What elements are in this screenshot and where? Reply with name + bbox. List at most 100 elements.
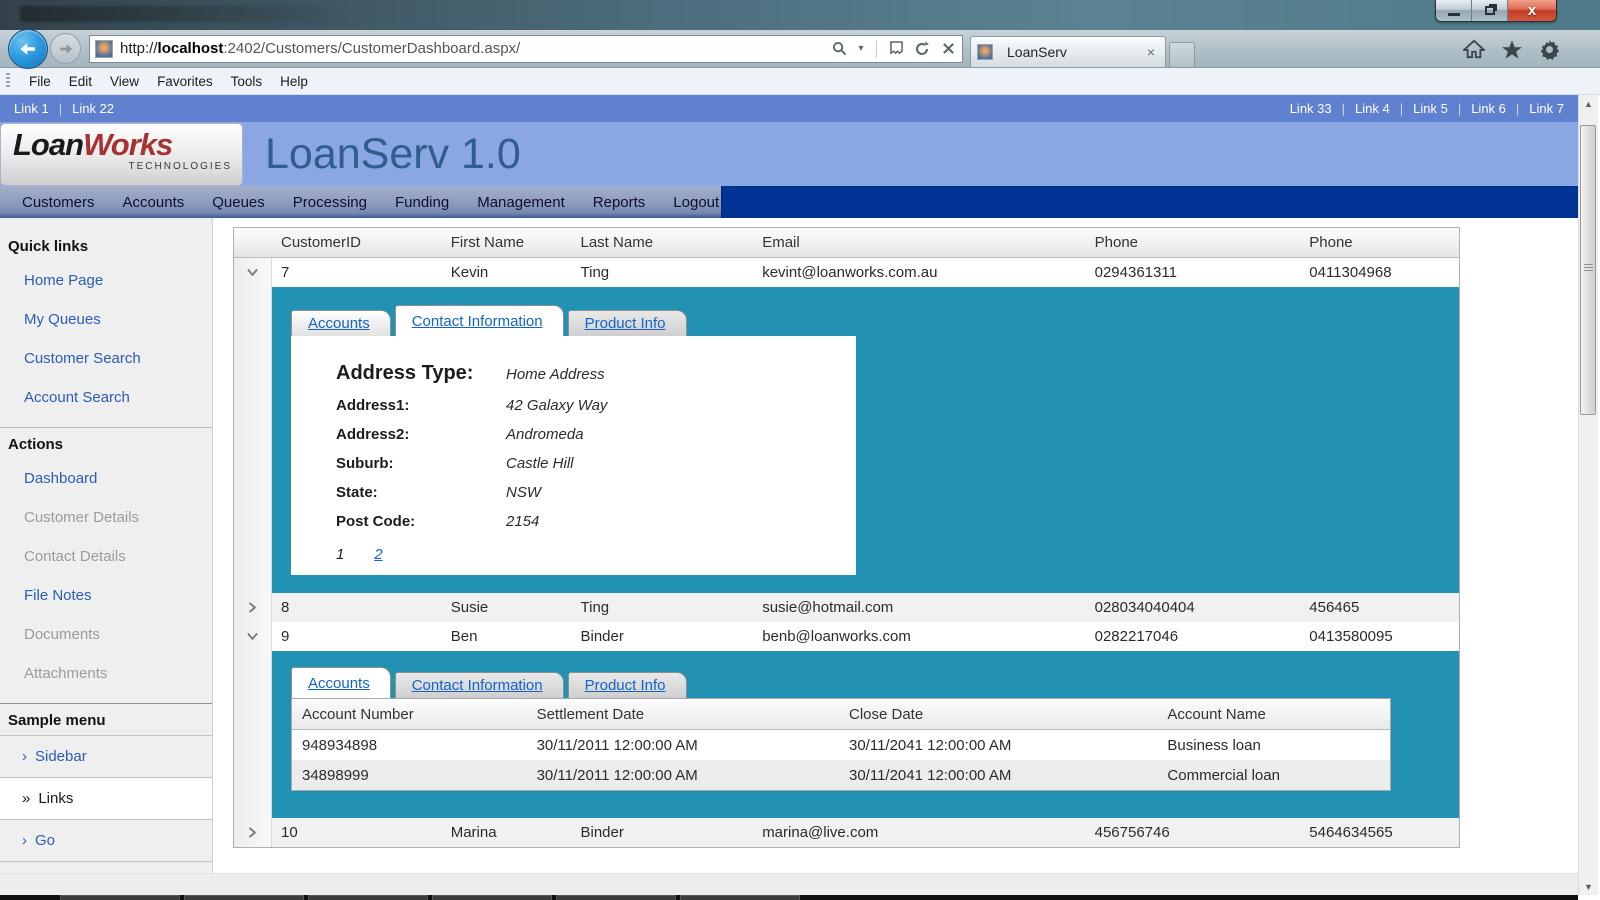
taskbar-button[interactable] (556, 895, 676, 900)
accounts-grid: Account Number Settlement Date Close Dat… (291, 698, 1391, 791)
link-4[interactable]: Link 4 (1355, 101, 1390, 116)
detail-tabstrip: Accounts Contact Information Product Inf… (291, 667, 1459, 698)
link-6[interactable]: Link 6 (1471, 101, 1506, 116)
sidebar-item-attachments: Attachments (0, 654, 212, 693)
link-5[interactable]: Link 5 (1413, 101, 1448, 116)
compatibility-view-button[interactable] (886, 38, 906, 60)
nav-processing[interactable]: Processing (279, 194, 381, 211)
search-dropdown-button[interactable]: ▾ (855, 38, 867, 60)
minimize-button[interactable] (1436, 0, 1472, 21)
sidebar-item-file-notes[interactable]: File Notes (0, 576, 212, 615)
cell-email: susie@hotmail.com (762, 599, 1094, 616)
field-address-type: Address Type: Home Address (336, 362, 856, 385)
cell-last-name: Ting (581, 599, 763, 616)
nav-customers[interactable]: Customers (8, 194, 109, 211)
row-expander[interactable] (234, 258, 272, 287)
tab-product-info[interactable]: Product Info (568, 672, 687, 698)
taskbar-button[interactable] (184, 895, 304, 900)
taskbar-button[interactable] (308, 895, 428, 900)
link-7[interactable]: Link 7 (1529, 101, 1564, 116)
nav-queues[interactable]: Queues (198, 194, 279, 211)
menu-help[interactable]: Help (271, 70, 317, 93)
nav-funding[interactable]: Funding (381, 194, 463, 211)
cell-customerid: 8 (272, 599, 451, 616)
cell-last-name: Binder (581, 628, 763, 645)
link-22[interactable]: Link 22 (72, 101, 114, 116)
expander-spacer (234, 651, 272, 818)
tab-favicon (977, 44, 993, 60)
browser-menu-bar: File Edit View Favorites Tools Help (0, 68, 1600, 95)
sidebar-item-customer-details: Customer Details (0, 498, 212, 537)
favorites-star-icon[interactable] (1501, 39, 1523, 60)
row-expander[interactable] (234, 818, 272, 847)
sidebar-item-customer-search[interactable]: Customer Search (0, 339, 212, 378)
link-separator: | (1400, 101, 1403, 116)
tools-gear-icon[interactable] (1539, 39, 1560, 60)
link-33[interactable]: Link 33 (1290, 101, 1332, 116)
address-bar-separator (876, 40, 877, 58)
url-host: localhost (158, 40, 224, 57)
home-icon[interactable] (1463, 39, 1485, 59)
tab-accounts[interactable]: Accounts (291, 667, 391, 698)
cell-phone-2: 0413580095 (1309, 628, 1459, 645)
field-address1: Address1: 42 Galaxy Way (336, 397, 856, 414)
window-title-bar: x (0, 0, 1600, 30)
forward-button[interactable] (50, 33, 81, 64)
sidebar-item-sidebar[interactable]: ›Sidebar (0, 735, 212, 778)
scroll-up-button[interactable]: ▲ (1579, 95, 1598, 112)
close-window-button[interactable]: x (1508, 0, 1556, 21)
row-expander[interactable] (234, 593, 272, 622)
sidebar-item-go[interactable]: ›Go (0, 820, 212, 862)
detail-panel-contact: Accounts Contact Information Product Inf… (234, 287, 1459, 593)
customer-row-10: 10 Marina Binder marina@live.com 4567567… (234, 818, 1459, 847)
cell-email: marina@live.com (762, 824, 1094, 841)
back-button[interactable] (8, 29, 48, 69)
sidebar-item-account-search[interactable]: Account Search (0, 378, 212, 417)
tab-accounts[interactable]: Accounts (291, 310, 391, 336)
cell-last-name: Binder (581, 824, 763, 841)
menu-edit[interactable]: Edit (60, 70, 101, 93)
scrollbar-thumb[interactable] (1580, 125, 1596, 415)
row-expander[interactable] (234, 622, 272, 651)
toolbar-drag-handle[interactable] (6, 73, 10, 89)
scroll-down-button[interactable]: ▼ (1579, 878, 1598, 895)
chevron-down-icon (246, 266, 259, 279)
sidebar-item-dashboard[interactable]: Dashboard (0, 459, 212, 498)
tab-close-button[interactable]: × (1143, 44, 1159, 60)
refresh-button[interactable] (912, 38, 932, 60)
cell-phone-1: 0282217046 (1095, 628, 1310, 645)
link-bar-right: Link 33 | Link 4 | Link 5 | Link 6 | Lin… (1290, 101, 1564, 116)
cell-account-number: 948934898 (292, 737, 537, 754)
link-1[interactable]: Link 1 (14, 101, 49, 116)
menu-view[interactable]: View (101, 70, 148, 93)
compatibility-icon (890, 41, 903, 56)
nav-management[interactable]: Management (463, 194, 579, 211)
page-2-link[interactable]: 2 (374, 546, 382, 563)
cell-account-number: 34898999 (292, 767, 537, 784)
tab-contact-information[interactable]: Contact Information (395, 672, 564, 698)
stop-icon (942, 42, 955, 55)
address-bar[interactable]: http://localhost:2402/Customers/Customer… (89, 35, 963, 63)
menu-file[interactable]: File (20, 70, 60, 93)
sidebar-item-my-queues[interactable]: My Queues (0, 300, 212, 339)
new-tab-button[interactable] (1169, 42, 1195, 67)
nav-logout[interactable]: Logout (659, 194, 733, 211)
sidebar-item-home-page[interactable]: Home Page (0, 261, 212, 300)
taskbar-button[interactable] (60, 895, 180, 900)
scrollbar-track[interactable] (1579, 112, 1598, 878)
sidebar-item-links[interactable]: »Links (0, 778, 212, 820)
tab-contact-information[interactable]: Contact Information (395, 305, 564, 336)
tab-product-info[interactable]: Product Info (568, 310, 687, 336)
search-button[interactable] (829, 38, 849, 60)
scrollbar-grip (1584, 264, 1593, 272)
vertical-scrollbar[interactable]: ▲ ▼ (1578, 95, 1598, 895)
browser-tab-loanserv[interactable]: LoanServ × (970, 36, 1166, 67)
taskbar-button[interactable] (432, 895, 552, 900)
taskbar-button[interactable] (680, 895, 800, 900)
menu-favorites[interactable]: Favorites (148, 70, 222, 93)
restore-button[interactable] (1472, 0, 1508, 21)
stop-button[interactable] (938, 38, 958, 60)
nav-reports[interactable]: Reports (579, 194, 660, 211)
menu-tools[interactable]: Tools (222, 70, 272, 93)
nav-accounts[interactable]: Accounts (109, 194, 199, 211)
